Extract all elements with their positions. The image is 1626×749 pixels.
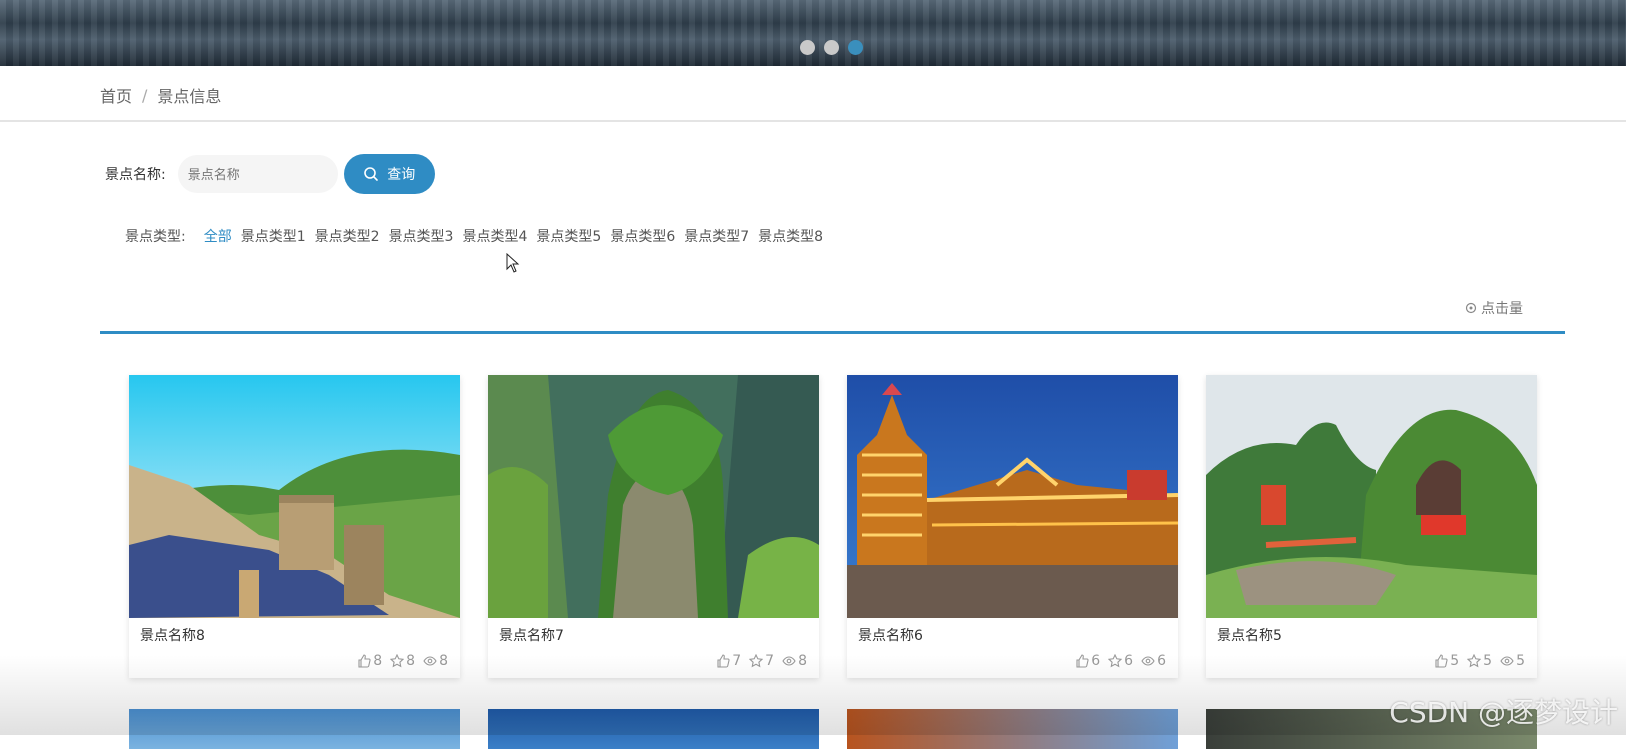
view-count: 6 <box>1157 653 1166 669</box>
attraction-card-partial[interactable] <box>847 709 1178 749</box>
banner-carousel[interactable] <box>0 0 1626 66</box>
favorite-count: 5 <box>1483 653 1493 669</box>
breadcrumb-home[interactable]: 首页 <box>100 83 132 107</box>
mouse-cursor-icon <box>506 253 520 273</box>
attraction-card[interactable]: 景点名称8 8 8 8 <box>129 375 460 678</box>
section-divider <box>100 331 1565 334</box>
attraction-card[interactable]: 景点名称6 6 6 6 <box>847 375 1178 678</box>
attraction-card-partial[interactable] <box>488 709 819 749</box>
attraction-name: 景点名称7 <box>499 628 564 644</box>
attraction-card-partial[interactable] <box>129 709 460 749</box>
favorite-count: 6 <box>1124 653 1134 669</box>
eye-icon <box>423 656 437 666</box>
attraction-name: 景点名称6 <box>858 628 923 644</box>
type-filter-item[interactable]: 景点类型5 <box>536 226 601 246</box>
star-icon <box>1108 654 1123 668</box>
type-filter-item[interactable]: 景点类型8 <box>758 226 823 246</box>
search-icon <box>364 167 379 181</box>
search-button-label: 查询 <box>387 167 416 183</box>
carousel-dot-1[interactable] <box>800 40 815 55</box>
view-count: 8 <box>439 653 448 669</box>
like-count: 8 <box>373 653 383 669</box>
type-filter-label: 景点类型: <box>125 229 186 245</box>
type-filter-item[interactable]: 景点类型2 <box>315 226 380 246</box>
attraction-image[interactable] <box>129 375 460 618</box>
breadcrumb-bar: 首页 / 景点信息 <box>0 66 1626 122</box>
star-icon <box>390 654 405 668</box>
search-label: 景点名称: <box>105 167 166 183</box>
thumbs-up-icon <box>1435 654 1448 668</box>
search-bar: 景点名称: 查询 <box>105 154 435 194</box>
carousel-dot-2[interactable] <box>824 40 839 55</box>
thumbs-up-icon <box>717 654 730 668</box>
search-input[interactable] <box>177 155 338 193</box>
type-filter-item[interactable]: 景点类型7 <box>684 226 749 246</box>
attraction-image[interactable] <box>847 375 1178 618</box>
eye-icon <box>1500 656 1514 666</box>
attraction-name: 景点名称5 <box>1217 628 1282 644</box>
favorite-count: 7 <box>765 653 775 669</box>
star-icon <box>749 654 764 668</box>
like-count: 7 <box>732 653 742 669</box>
breadcrumb-separator: / <box>142 85 148 105</box>
view-count: 8 <box>798 653 807 669</box>
breadcrumb: 首页 / 景点信息 <box>100 83 221 107</box>
type-filter-item[interactable]: 景点类型4 <box>462 226 527 246</box>
type-filter-item[interactable]: 景点类型6 <box>610 226 675 246</box>
watermark: CSDN @逐梦设计 <box>1389 696 1618 729</box>
attraction-stats: 6 6 6 <box>1075 653 1166 669</box>
thumbs-up-icon <box>1076 654 1089 668</box>
type-filter-all[interactable]: 全部 <box>204 226 232 246</box>
view-count: 5 <box>1516 653 1525 669</box>
attraction-card[interactable]: 景点名称7 7 7 8 <box>488 375 819 678</box>
search-button[interactable]: 查询 <box>343 154 435 194</box>
attraction-name: 景点名称8 <box>140 628 205 644</box>
sort-icon <box>1465 302 1477 314</box>
carousel-dot-3[interactable] <box>848 40 863 55</box>
like-count: 5 <box>1450 653 1460 669</box>
carousel-indicators <box>800 40 863 55</box>
eye-icon <box>782 656 796 666</box>
sort-label: 点击量 <box>1481 301 1523 317</box>
attraction-image[interactable] <box>488 375 819 618</box>
star-icon <box>1467 654 1482 668</box>
attraction-card[interactable]: 景点名称5 5 5 5 <box>1206 375 1537 678</box>
type-filter: 景点类型: 全部 景点类型1 景点类型2 景点类型3 景点类型4 景点类型5 景… <box>125 226 832 246</box>
eye-icon <box>1141 656 1155 666</box>
attraction-stats: 7 7 8 <box>716 653 807 669</box>
favorite-count: 8 <box>406 653 416 669</box>
thumbs-up-icon <box>358 654 371 668</box>
attraction-stats: 8 8 8 <box>357 653 448 669</box>
attraction-stats: 5 5 5 <box>1434 653 1525 669</box>
type-filter-item[interactable]: 景点类型3 <box>389 226 454 246</box>
attraction-image[interactable] <box>1206 375 1537 618</box>
breadcrumb-current: 景点信息 <box>157 87 222 106</box>
type-filter-item[interactable]: 景点类型1 <box>241 226 306 246</box>
like-count: 6 <box>1091 653 1101 669</box>
sort-by-clicks[interactable]: 点击量 <box>1465 298 1523 318</box>
